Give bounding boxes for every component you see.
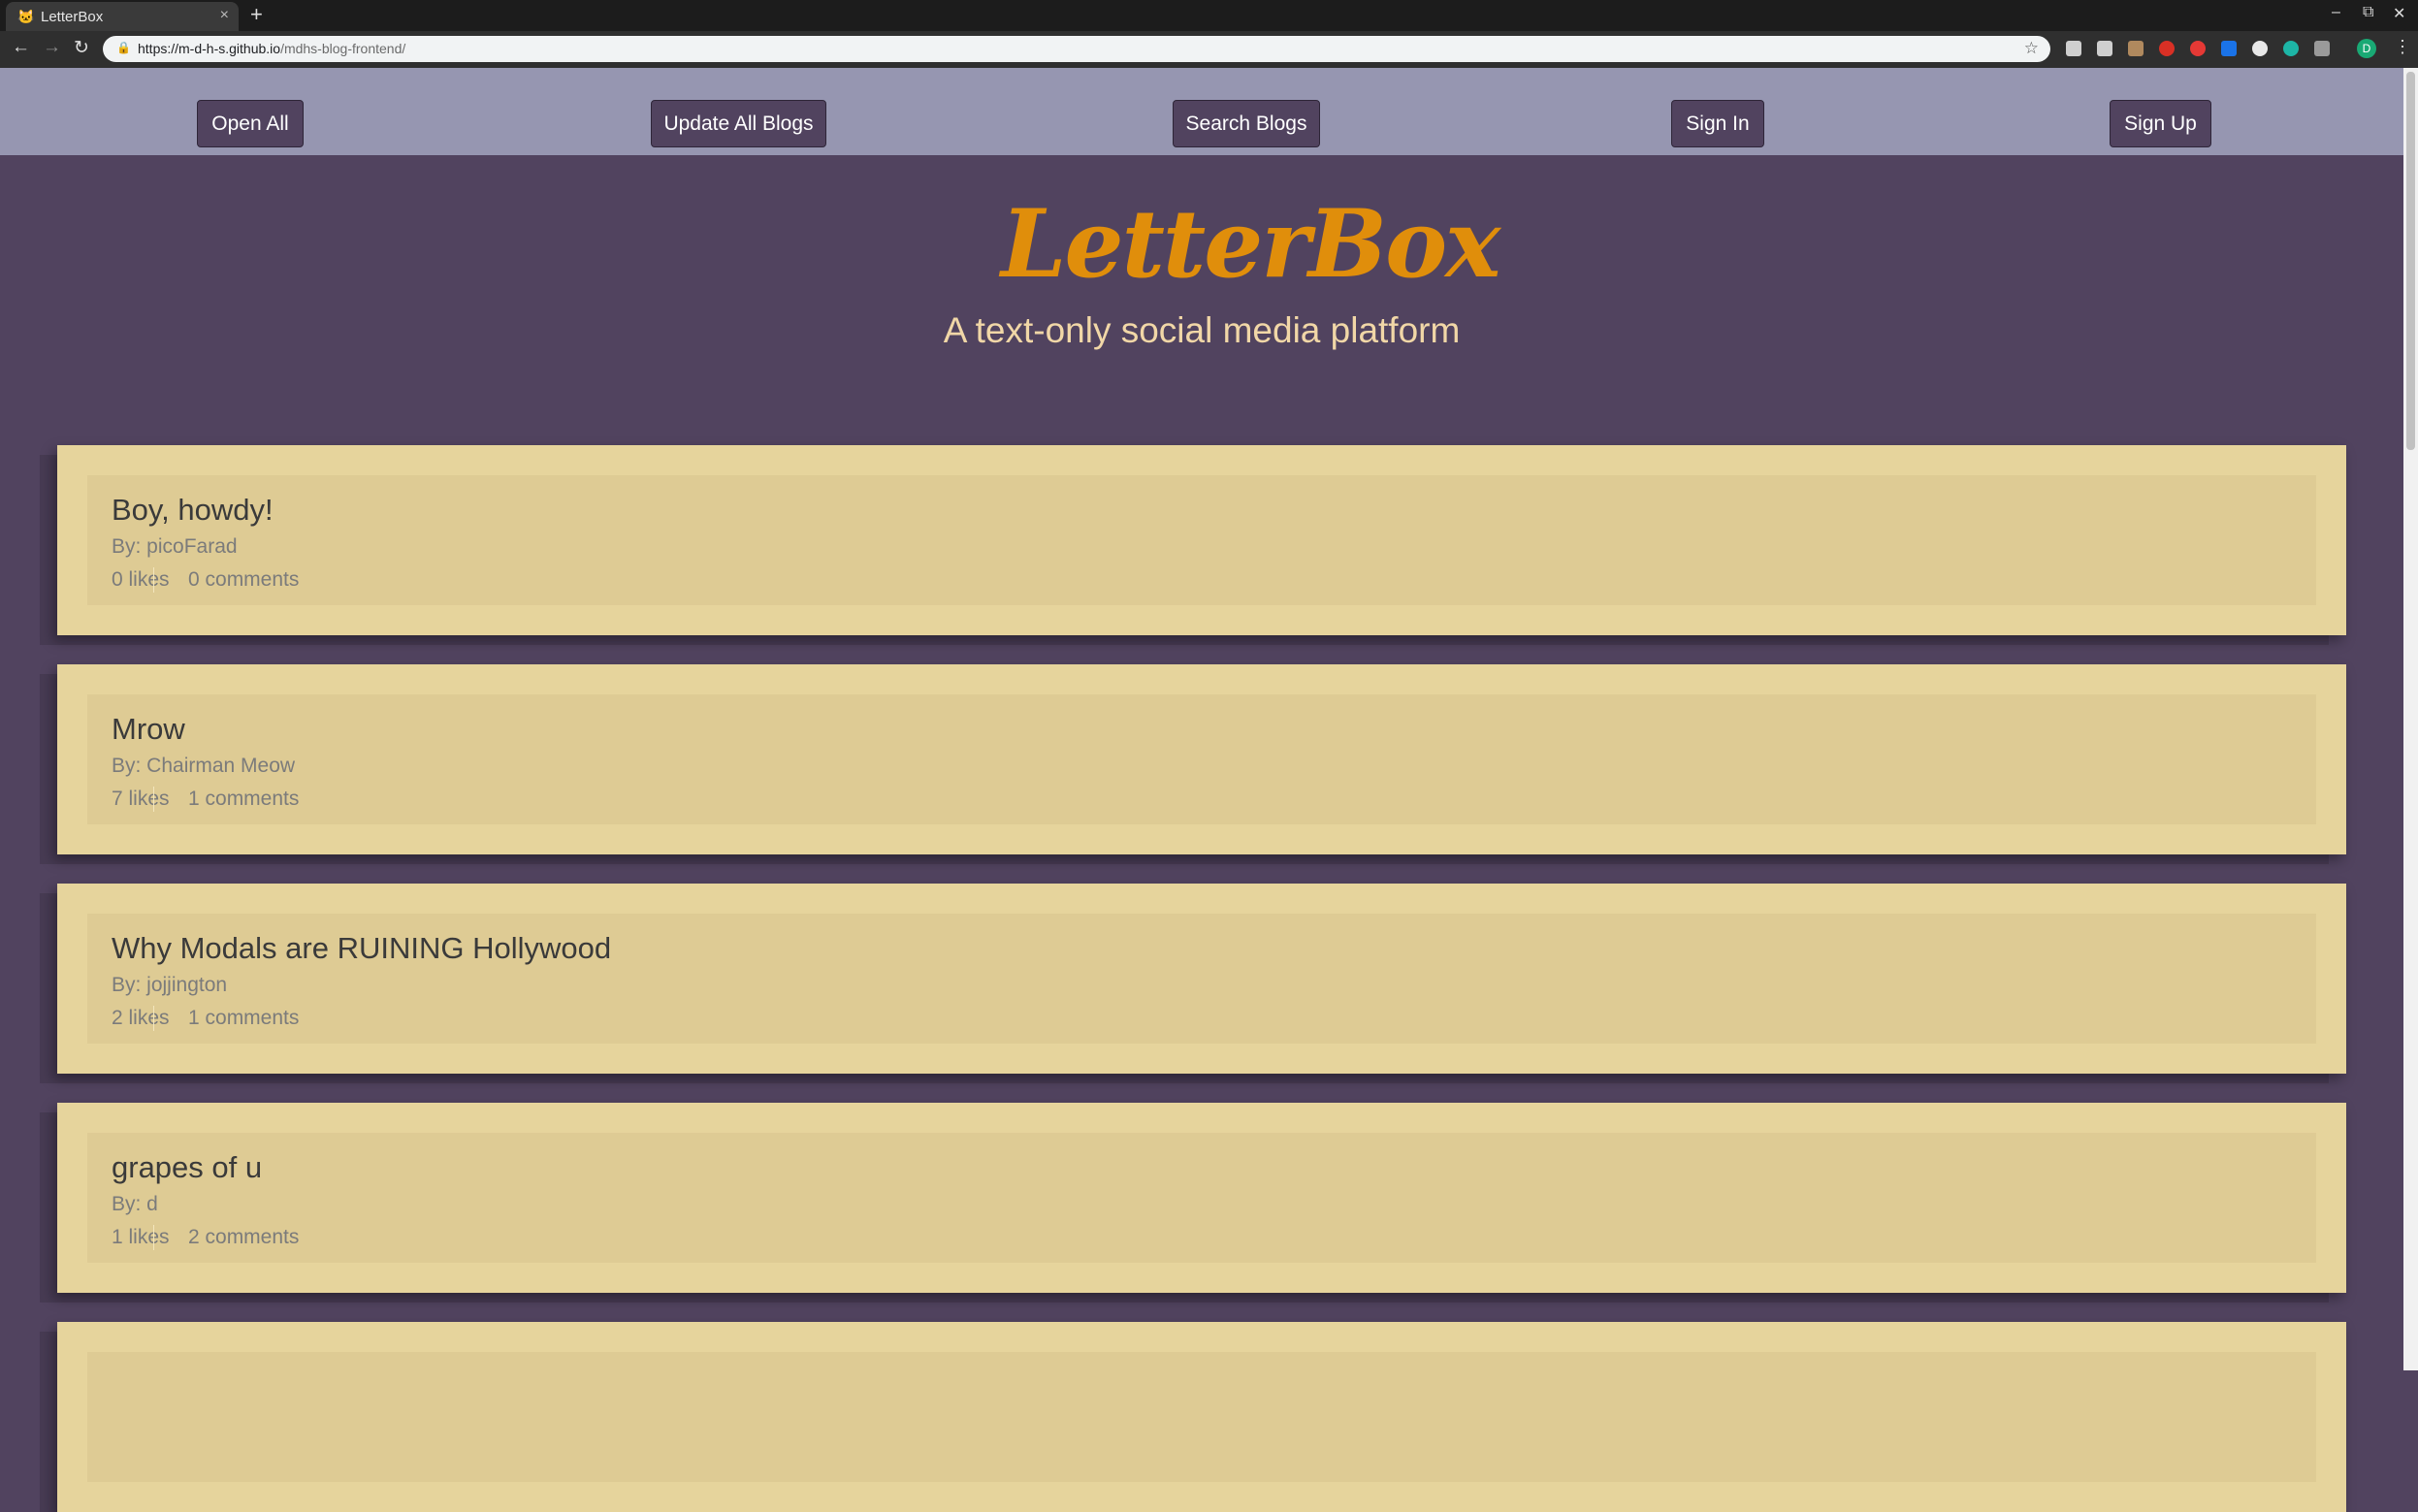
- post-author: By: jojjington: [112, 974, 228, 996]
- site-tagline: A text-only social media platform: [943, 310, 1461, 350]
- post-card-body: Why Modals are RUINING Hollywood By: joj…: [87, 914, 2316, 1044]
- extension-block-icon[interactable]: [2190, 41, 2206, 56]
- extension-globe-icon[interactable]: [2252, 41, 2268, 56]
- post-author: By: Chairman Meow: [112, 755, 296, 777]
- reload-icon[interactable]: ↻: [74, 37, 89, 59]
- post-card-body: grapes of u By: d 1 likes 2 comments: [87, 1133, 2316, 1263]
- letterbox-logo: LetterBox: [1001, 189, 1500, 299]
- stat-divider: [153, 1225, 154, 1250]
- close-tab-icon[interactable]: ×: [220, 7, 229, 24]
- post-likes[interactable]: 1 likes: [112, 1226, 170, 1249]
- url-host: https://m-d-h-s.github.io: [138, 41, 281, 56]
- post-card[interactable]: Why Modals are RUINING Hollywood By: joj…: [57, 884, 2346, 1074]
- open-all-button[interactable]: Open All: [197, 100, 304, 147]
- post-comments[interactable]: 0 comments: [188, 568, 299, 592]
- stat-divider: [153, 567, 154, 593]
- browser-menu-icon[interactable]: ⋮: [2394, 37, 2411, 57]
- address-bar[interactable]: 🔒 https://m-d-h-s.github.io/mdhs-blog-fr…: [103, 36, 2050, 62]
- extension-m-icon[interactable]: [2283, 41, 2299, 56]
- post-card[interactable]: Boy, howdy! By: picoFarad 0 likes 0 comm…: [57, 445, 2346, 635]
- post-title[interactable]: Why Modals are RUINING Hollywood: [112, 931, 611, 966]
- post-card[interactable]: grapes of u By: d 1 likes 2 comments: [57, 1103, 2346, 1293]
- page-scrollbar[interactable]: [2403, 68, 2418, 1370]
- post-title[interactable]: Boy, howdy!: [112, 493, 274, 528]
- search-blogs-button[interactable]: Search Blogs: [1173, 100, 1320, 147]
- cat-face-icon: 🐱: [17, 9, 35, 24]
- extension-shield-icon[interactable]: [2159, 41, 2175, 56]
- browser-toolbar: ← → ↻ 🔒 https://m-d-h-s.github.io/mdhs-b…: [0, 31, 2418, 68]
- close-window-icon[interactable]: ✕: [2393, 4, 2405, 23]
- post-author: By: d: [112, 1193, 158, 1215]
- site-navbar: Open All Update All Blogs Search Blogs S…: [0, 68, 2403, 155]
- post-card-body: Mrow By: Chairman Meow 7 likes 1 comment…: [87, 694, 2316, 824]
- post-comments[interactable]: 1 comments: [188, 1007, 299, 1030]
- extension-chat-icon[interactable]: [2066, 41, 2081, 56]
- profile-avatar[interactable]: D: [2357, 39, 2376, 58]
- forward-icon[interactable]: →: [43, 37, 61, 58]
- restore-icon[interactable]: ⧉: [2363, 4, 2373, 21]
- browser-tab[interactable]: 🐱 LetterBox ×: [6, 2, 239, 31]
- tab-title: LetterBox: [41, 9, 104, 25]
- bookmark-star-icon[interactable]: ☆: [2024, 39, 2039, 58]
- extension-page-icon[interactable]: [2314, 41, 2330, 56]
- sign-up-button[interactable]: Sign Up: [2110, 100, 2211, 147]
- sign-in-button[interactable]: Sign In: [1671, 100, 1764, 147]
- url-text: https://m-d-h-s.github.io/mdhs-blog-fron…: [138, 41, 405, 56]
- post-author: By: picoFarad: [112, 535, 238, 558]
- new-tab-icon[interactable]: +: [250, 2, 263, 27]
- post-title[interactable]: grapes of u: [112, 1150, 262, 1185]
- extension-mail-icon[interactable]: [2097, 41, 2112, 56]
- browser-tabstrip: 🐱 LetterBox × + – ⧉ ✕: [0, 0, 2418, 31]
- update-all-blogs-button[interactable]: Update All Blogs: [651, 100, 826, 147]
- post-title[interactable]: Mrow: [112, 712, 185, 747]
- post-card-body: [87, 1352, 2316, 1482]
- extension-dropbox-icon[interactable]: [2221, 41, 2237, 56]
- post-likes[interactable]: 0 likes: [112, 568, 170, 592]
- post-likes[interactable]: 2 likes: [112, 1007, 170, 1030]
- post-comments[interactable]: 1 comments: [188, 788, 299, 811]
- post-card-body: Boy, howdy! By: picoFarad 0 likes 0 comm…: [87, 475, 2316, 605]
- minimize-icon[interactable]: –: [2332, 4, 2340, 21]
- post-card[interactable]: Mrow By: Chairman Meow 7 likes 1 comment…: [57, 664, 2346, 854]
- url-path: /mdhs-blog-frontend/: [280, 41, 406, 56]
- scrollbar-thumb[interactable]: [2406, 72, 2415, 450]
- lock-icon: 🔒: [116, 41, 131, 54]
- post-comments[interactable]: 2 comments: [188, 1226, 299, 1249]
- extension-puzzle-icon[interactable]: [2128, 41, 2144, 56]
- post-likes[interactable]: 7 likes: [112, 788, 170, 811]
- post-card[interactable]: [57, 1322, 2346, 1512]
- stat-divider: [153, 787, 154, 812]
- stat-divider: [153, 1006, 154, 1031]
- back-icon[interactable]: ←: [12, 37, 30, 58]
